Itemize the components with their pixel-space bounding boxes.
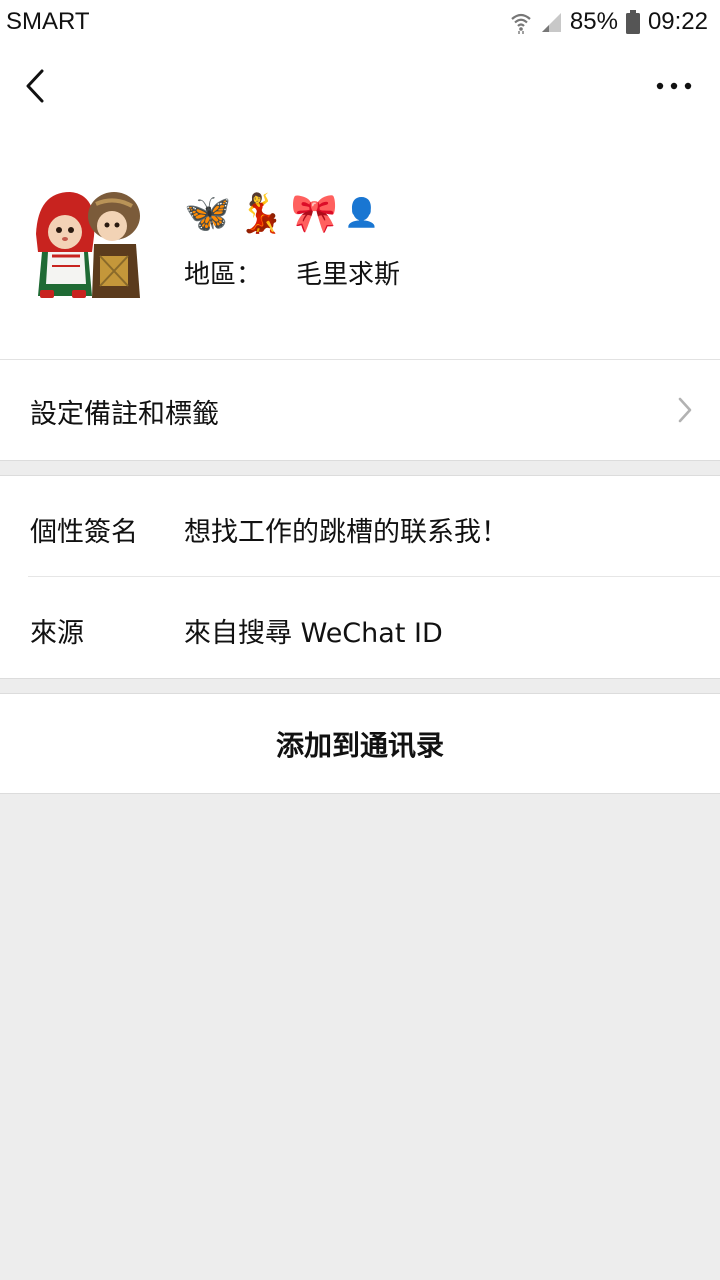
- add-to-contacts-button[interactable]: 添加到通讯录: [0, 694, 720, 794]
- person-silhouette-emoji: 👤: [343, 196, 379, 229]
- section-divider: [0, 460, 720, 476]
- chevron-right-icon: [676, 396, 694, 424]
- nav-bar: [0, 44, 720, 130]
- remark-row-label: 設定備註和標籤: [30, 399, 219, 430]
- nickname: 🦋 💃 🎀 👤: [184, 188, 379, 238]
- signature-row: 個性簽名 想找工作的跳槽的联系我！: [0, 476, 720, 577]
- source-value: 來自搜尋 WeChat ID: [184, 618, 443, 649]
- signal-icon: [540, 11, 562, 33]
- clock: 09:22: [647, 8, 708, 35]
- more-options-button[interactable]: [650, 70, 698, 102]
- signature-label: 個性簽名: [30, 517, 138, 548]
- battery-icon: [625, 10, 640, 34]
- profile-header: 🦋 💃 🎀 👤 地區： 毛里求斯: [0, 130, 720, 360]
- section-divider: [0, 678, 720, 694]
- avatar[interactable]: [28, 186, 144, 302]
- carrier-name: SMART: [6, 8, 90, 35]
- signature-value: 想找工作的跳槽的联系我！: [184, 517, 508, 548]
- ribbon-emoji: 🎀: [290, 191, 338, 235]
- region-info: 地區： 毛里求斯: [184, 254, 400, 291]
- info-card: 個性簽名 想找工作的跳槽的联系我！ 來源 來自搜尋 WeChat ID: [0, 476, 720, 678]
- back-button[interactable]: [16, 64, 60, 108]
- region-label: 地區：: [184, 260, 263, 290]
- dancer-emoji: 💃: [237, 191, 285, 235]
- status-bar: SMART 85% 09:22: [0, 0, 720, 44]
- battery-percent: 85%: [569, 8, 618, 35]
- chevron-left-icon: [16, 69, 60, 112]
- region-value: 毛里求斯: [296, 260, 401, 290]
- source-row: 來源 來自搜尋 WeChat ID: [0, 577, 720, 678]
- set-remark-and-tags-row[interactable]: 設定備註和標籤: [0, 360, 720, 460]
- source-label: 來源: [30, 618, 84, 649]
- wifi-icon: [510, 10, 532, 34]
- butterfly-emoji: 🦋: [184, 191, 232, 235]
- status-icons: 85% 09:22: [510, 8, 708, 36]
- more-dots-icon: [650, 82, 698, 106]
